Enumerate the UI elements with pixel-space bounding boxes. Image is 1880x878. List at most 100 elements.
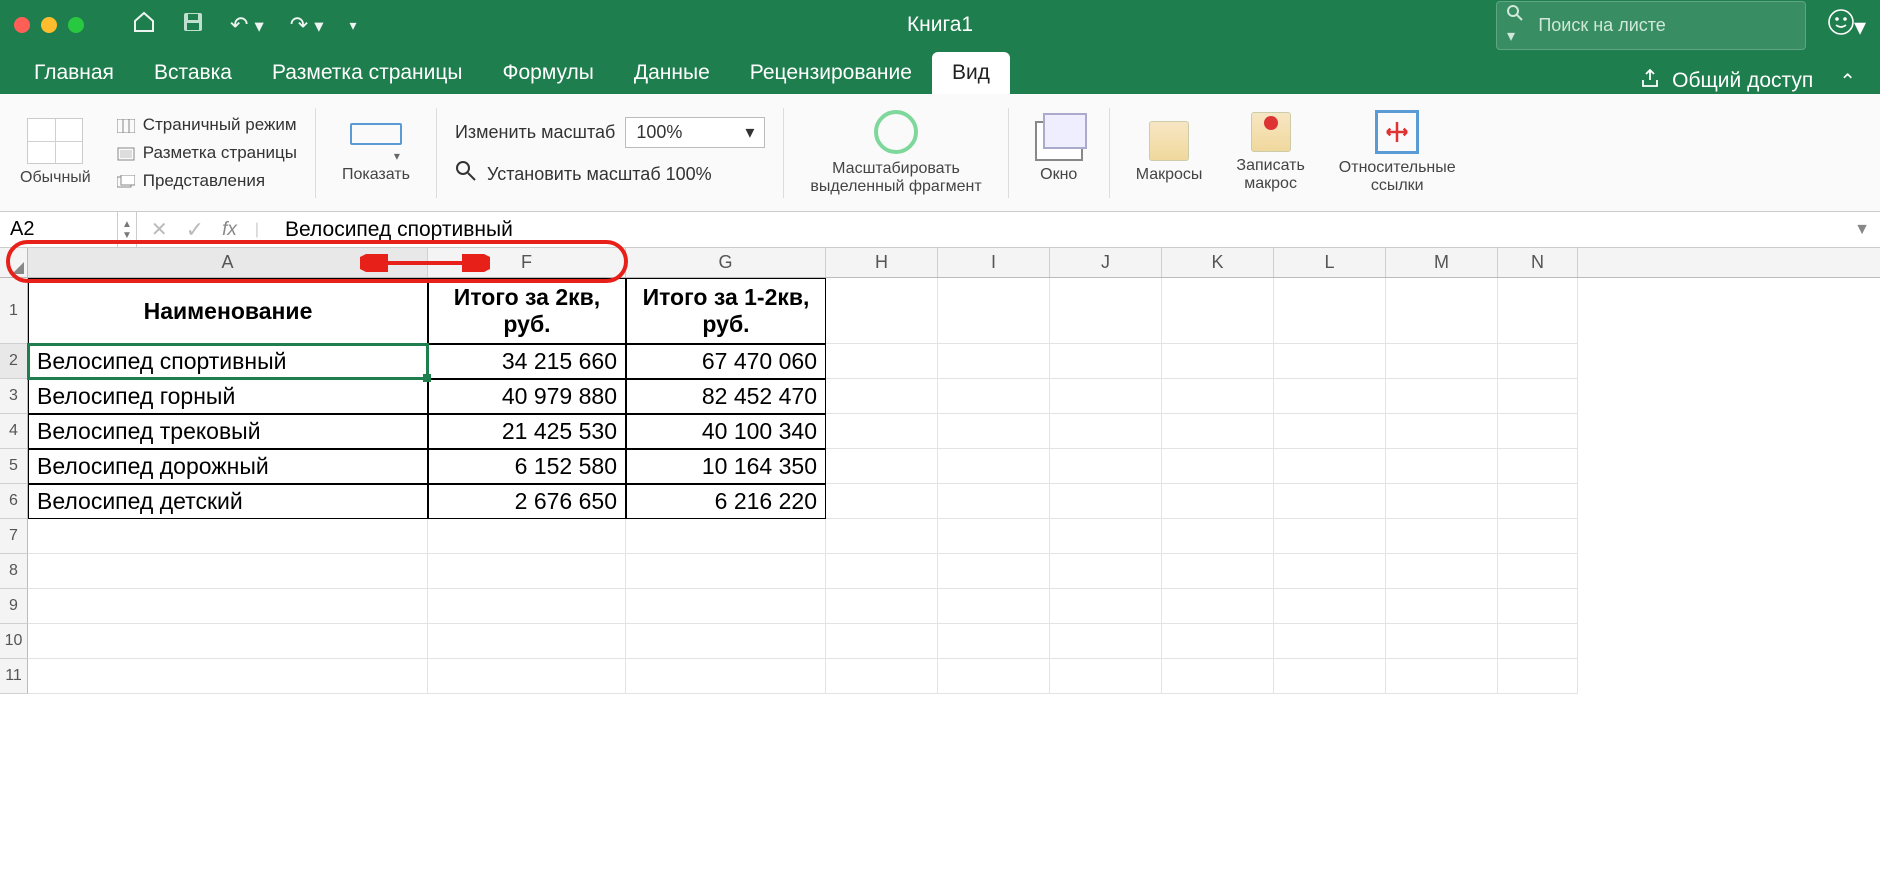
- cell[interactable]: [826, 589, 938, 624]
- select-all-button[interactable]: [0, 248, 28, 277]
- cell[interactable]: [28, 554, 428, 589]
- cell[interactable]: [826, 624, 938, 659]
- cell[interactable]: [826, 554, 938, 589]
- maximize-window-button[interactable]: [68, 17, 84, 33]
- cell[interactable]: [1386, 414, 1498, 449]
- cell[interactable]: [1274, 414, 1386, 449]
- tab-data[interactable]: Данные: [614, 52, 730, 94]
- cell-q12[interactable]: 10 164 350: [626, 449, 826, 484]
- cell[interactable]: [1050, 344, 1162, 379]
- cell[interactable]: [1162, 589, 1274, 624]
- cell[interactable]: [826, 484, 938, 519]
- cell[interactable]: [1498, 278, 1578, 344]
- cell[interactable]: [1162, 519, 1274, 554]
- cell[interactable]: [826, 659, 938, 694]
- cell[interactable]: [1050, 484, 1162, 519]
- tab-insert[interactable]: Вставка: [134, 52, 252, 94]
- cell[interactable]: [938, 624, 1050, 659]
- cell[interactable]: [1386, 519, 1498, 554]
- cell-name[interactable]: Велосипед детский: [28, 484, 428, 519]
- cell[interactable]: [1274, 344, 1386, 379]
- cell[interactable]: [1498, 554, 1578, 589]
- cell[interactable]: [428, 659, 626, 694]
- cell[interactable]: [1050, 589, 1162, 624]
- column-header-G[interactable]: G: [626, 248, 826, 277]
- formula-input[interactable]: Велосипед спортивный: [277, 218, 513, 242]
- share-icon[interactable]: [1640, 68, 1660, 94]
- cell[interactable]: [1274, 484, 1386, 519]
- cell[interactable]: [1498, 449, 1578, 484]
- cell[interactable]: [1498, 659, 1578, 694]
- column-header-M[interactable]: M: [1386, 248, 1498, 277]
- row-header[interactable]: 5: [0, 449, 28, 484]
- cell[interactable]: [1162, 624, 1274, 659]
- page-layout-button[interactable]: Разметка страницы: [117, 143, 297, 163]
- cell[interactable]: [626, 519, 826, 554]
- cancel-formula-icon[interactable]: ✕: [151, 217, 168, 242]
- column-header-J[interactable]: J: [1050, 248, 1162, 277]
- normal-view-button[interactable]: Обычный: [12, 94, 99, 211]
- cell-q2[interactable]: 21 425 530: [428, 414, 626, 449]
- header-name[interactable]: Наименование: [28, 278, 428, 344]
- tab-formulas[interactable]: Формулы: [483, 52, 614, 94]
- cell[interactable]: [626, 624, 826, 659]
- zoom-combo[interactable]: 100%▾: [625, 117, 765, 148]
- zoom-100-button[interactable]: Установить масштаб 100%: [455, 160, 765, 188]
- cell[interactable]: [826, 344, 938, 379]
- row-header[interactable]: 7: [0, 519, 28, 554]
- cell-q12[interactable]: 40 100 340: [626, 414, 826, 449]
- cell-name[interactable]: Велосипед дорожный: [28, 449, 428, 484]
- cell[interactable]: [1498, 624, 1578, 659]
- row-header[interactable]: 3: [0, 379, 28, 414]
- cell[interactable]: [826, 379, 938, 414]
- cell[interactable]: [428, 624, 626, 659]
- macros-button[interactable]: Макросы: [1128, 94, 1211, 211]
- cell[interactable]: [1498, 414, 1578, 449]
- cell[interactable]: [1274, 519, 1386, 554]
- cell[interactable]: [1386, 278, 1498, 344]
- cell[interactable]: [1050, 554, 1162, 589]
- window-button[interactable]: Окно: [1027, 94, 1091, 211]
- cell-q12[interactable]: 67 470 060: [626, 344, 826, 379]
- cell[interactable]: [1386, 484, 1498, 519]
- customize-qat-icon[interactable]: ▾: [350, 17, 357, 34]
- cell[interactable]: [826, 278, 938, 344]
- cell[interactable]: [1050, 659, 1162, 694]
- cell[interactable]: [1162, 344, 1274, 379]
- cell[interactable]: [1162, 554, 1274, 589]
- custom-views-button[interactable]: Представления: [117, 171, 297, 191]
- cell[interactable]: [428, 554, 626, 589]
- save-icon[interactable]: [182, 11, 204, 39]
- record-macro-button[interactable]: Записать макрос: [1228, 94, 1312, 211]
- column-header-H[interactable]: H: [826, 248, 938, 277]
- cell[interactable]: [28, 624, 428, 659]
- cell[interactable]: [1050, 449, 1162, 484]
- row-header[interactable]: 10: [0, 624, 28, 659]
- page-break-preview-button[interactable]: Страничный режим: [117, 115, 297, 135]
- cell[interactable]: [28, 589, 428, 624]
- relative-refs-button[interactable]: Относительные ссылки: [1331, 94, 1464, 211]
- cell[interactable]: [1162, 484, 1274, 519]
- row-header[interactable]: 9: [0, 589, 28, 624]
- enter-formula-icon[interactable]: ✓: [186, 217, 204, 243]
- zoom-to-selection-button[interactable]: Масштабировать выделенный фрагмент: [802, 94, 989, 211]
- row-header[interactable]: 2: [0, 344, 28, 379]
- cell[interactable]: [938, 589, 1050, 624]
- cell[interactable]: [1274, 278, 1386, 344]
- column-header-F[interactable]: F: [428, 248, 626, 277]
- cell[interactable]: [1386, 624, 1498, 659]
- cell[interactable]: [28, 659, 428, 694]
- show-group-button[interactable]: Показать: [334, 94, 418, 211]
- column-header-N[interactable]: N: [1498, 248, 1578, 277]
- row-header[interactable]: 8: [0, 554, 28, 589]
- cell[interactable]: [938, 519, 1050, 554]
- cell[interactable]: [626, 554, 826, 589]
- row-header[interactable]: 1: [0, 278, 28, 344]
- search-box[interactable]: ▾: [1496, 1, 1806, 50]
- share-button[interactable]: Общий доступ: [1672, 69, 1813, 93]
- cell[interactable]: [1386, 659, 1498, 694]
- cell[interactable]: [826, 449, 938, 484]
- cell[interactable]: [1050, 519, 1162, 554]
- tab-layout[interactable]: Разметка страницы: [252, 52, 483, 94]
- cell[interactable]: [1498, 379, 1578, 414]
